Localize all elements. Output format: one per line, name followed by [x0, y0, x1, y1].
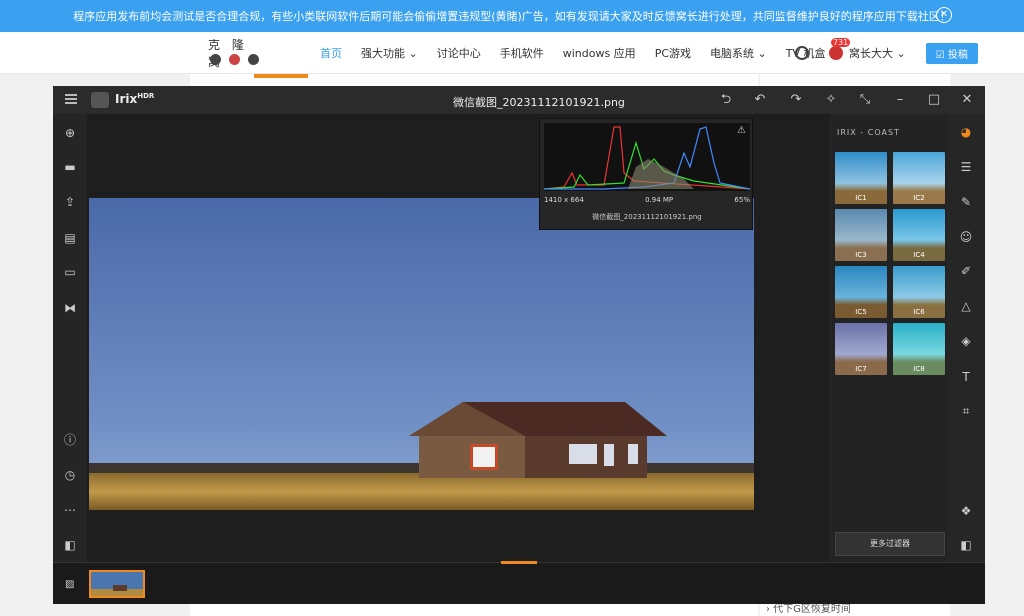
title-bar: IrixHDR 微信截图_20231112101921.png ⮌ ↶ ↷ ✧ … [53, 86, 985, 114]
irix-app-window: IrixHDR 微信截图_20231112101921.png ⮌ ↶ ↷ ✧ … [53, 86, 985, 604]
histogram-graph [544, 123, 750, 191]
nav-pc-games[interactable]: PC游戏 [655, 45, 691, 61]
face-icon[interactable]: ☺ [959, 230, 973, 244]
preset-thumb[interactable]: IC4 [893, 209, 945, 261]
info-icon[interactable]: ⓘ [63, 433, 77, 447]
more-filters-button[interactable]: 更多过滤器 [835, 532, 945, 556]
brush-icon[interactable]: ✎ [959, 195, 973, 209]
nav-mobile[interactable]: 手机软件 [500, 45, 544, 61]
crop-icon[interactable]: ⌗ [959, 404, 973, 418]
zoom-level: 65% [734, 196, 750, 204]
histogram-filename: 微信截图_20231112101921.png [592, 213, 702, 221]
layers-icon[interactable]: ◈ [959, 334, 973, 348]
print-icon[interactable]: ▤ [63, 231, 77, 245]
text-icon[interactable]: T [959, 370, 973, 384]
logo-mark [210, 54, 268, 66]
warning-icon[interactable]: ⚠ [737, 125, 746, 136]
collapse-icon[interactable]: ⤡ [855, 90, 875, 110]
minimize-icon[interactable]: – [890, 90, 910, 110]
app-name: IrixHDR [115, 92, 155, 106]
split-icon[interactable]: ◧ [63, 538, 77, 552]
filmstrip-thumbnail[interactable] [89, 570, 145, 598]
file-title: 微信截图_20231112101921.png [453, 96, 625, 109]
user-menu[interactable]: 窝长大大 ⌄ [849, 45, 906, 61]
gallery-icon[interactable]: ▨ [65, 579, 74, 590]
presets-panel: IRIX - COAST IC1 IC2 IC3 IC4 IC5 IC6 IC7… [829, 114, 947, 562]
eyedropper-icon[interactable]: ✐ [959, 264, 973, 278]
site-menu: 首页 强大功能 ⌄ 讨论中心 手机软件 windows 应用 PC游戏 电脑系统… [320, 32, 844, 74]
plugins-icon[interactable]: ❖ [959, 504, 973, 518]
compare-icon[interactable]: ⧓ [63, 301, 77, 315]
photo-image [89, 198, 754, 510]
preset-thumb[interactable]: IC7 [835, 323, 887, 375]
filmstrip-handle[interactable] [501, 561, 537, 564]
right-toolbar: ◕ ☰ ✎ ☺ ✐ △ ◈ T ⌗ ❖ ◧ [947, 114, 985, 562]
presets-icon[interactable]: ◕ [959, 125, 973, 139]
preset-thumb[interactable]: IC6 [893, 266, 945, 318]
preset-group-title: IRIX - COAST [837, 128, 900, 137]
search-icon[interactable] [795, 46, 809, 60]
nav-discussion[interactable]: 讨论中心 [437, 45, 481, 61]
menu-icon[interactable] [65, 94, 77, 104]
add-icon[interactable]: ⊕ [63, 126, 77, 140]
site-logo[interactable]: 克 隆 窝 [208, 36, 268, 70]
user-area: 731 窝长大大 ⌄ ☑ 投稿 [795, 32, 978, 74]
nav-windows[interactable]: windows 应用 [563, 45, 636, 61]
redo-icon[interactable]: ↷ [786, 90, 806, 110]
image-stats: 1410 x 664 0.94 MP 65% [544, 196, 750, 204]
notification-badge: 731 [831, 38, 851, 47]
close-icon[interactable]: ✕ [957, 90, 977, 110]
image-megapixels: 0.94 MP [645, 196, 674, 204]
image-viewer[interactable]: ⚠ 1410 x 664 0.94 MP 65% 微信截图_2023111210… [87, 114, 829, 562]
notice-banner: 程序应用发布前均会测试是否合理合规，有些小类联网软件后期可能会偷偷增置违规型(黄… [0, 0, 1024, 32]
maximize-icon[interactable]: □ [924, 90, 944, 110]
preset-thumb[interactable]: IC8 [893, 323, 945, 375]
image-dimensions: 1410 x 664 [544, 196, 584, 204]
avatar[interactable]: 731 [829, 38, 851, 60]
nav-systems[interactable]: 电脑系统 ⌄ [710, 45, 767, 61]
nav-features[interactable]: 强大功能 ⌄ [361, 45, 418, 61]
folder-icon[interactable]: ▬ [63, 160, 77, 174]
undo-icon[interactable]: ↶ [750, 90, 770, 110]
history-icon[interactable]: ◷ [63, 468, 77, 482]
adjust-icon[interactable]: ☰ [959, 160, 973, 174]
site-navbar: 克 隆 窝 首页 强大功能 ⌄ 讨论中心 手机软件 windows 应用 PC游… [0, 32, 1024, 74]
close-icon[interactable]: ✕ [936, 7, 952, 23]
post-button[interactable]: ☑ 投稿 [925, 42, 978, 64]
preset-thumb[interactable]: IC3 [835, 209, 887, 261]
compare-split-icon[interactable]: ◧ [959, 538, 973, 552]
filmstrip: ▨ [53, 561, 985, 604]
more-icon[interactable]: ⋯ [63, 503, 77, 517]
tone-icon[interactable]: △ [959, 299, 973, 313]
app-logo-icon [91, 92, 109, 108]
preset-thumb[interactable]: IC1 [835, 152, 887, 204]
preset-thumb[interactable]: IC5 [835, 266, 887, 318]
preset-thumb[interactable]: IC2 [893, 152, 945, 204]
undo-all-icon[interactable]: ⮌ [716, 90, 736, 110]
histogram-panel[interactable]: ⚠ 1410 x 664 0.94 MP 65% 微信截图_2023111210… [539, 118, 753, 230]
export-icon[interactable]: ⇪ [63, 195, 77, 209]
notice-text: 程序应用发布前均会测试是否合理合规，有些小类联网软件后期可能会偷偷增置违规型(黄… [73, 10, 951, 23]
nav-home[interactable]: 首页 [320, 45, 342, 61]
active-tab-indicator [254, 74, 308, 78]
magic-wand-icon[interactable]: ✧ [821, 90, 841, 110]
window-icon[interactable]: ▭ [63, 265, 77, 279]
left-toolbar: ⊕ ▬ ⇪ ▤ ▭ ⧓ ⓘ ◷ ⋯ ◧ [53, 114, 87, 562]
